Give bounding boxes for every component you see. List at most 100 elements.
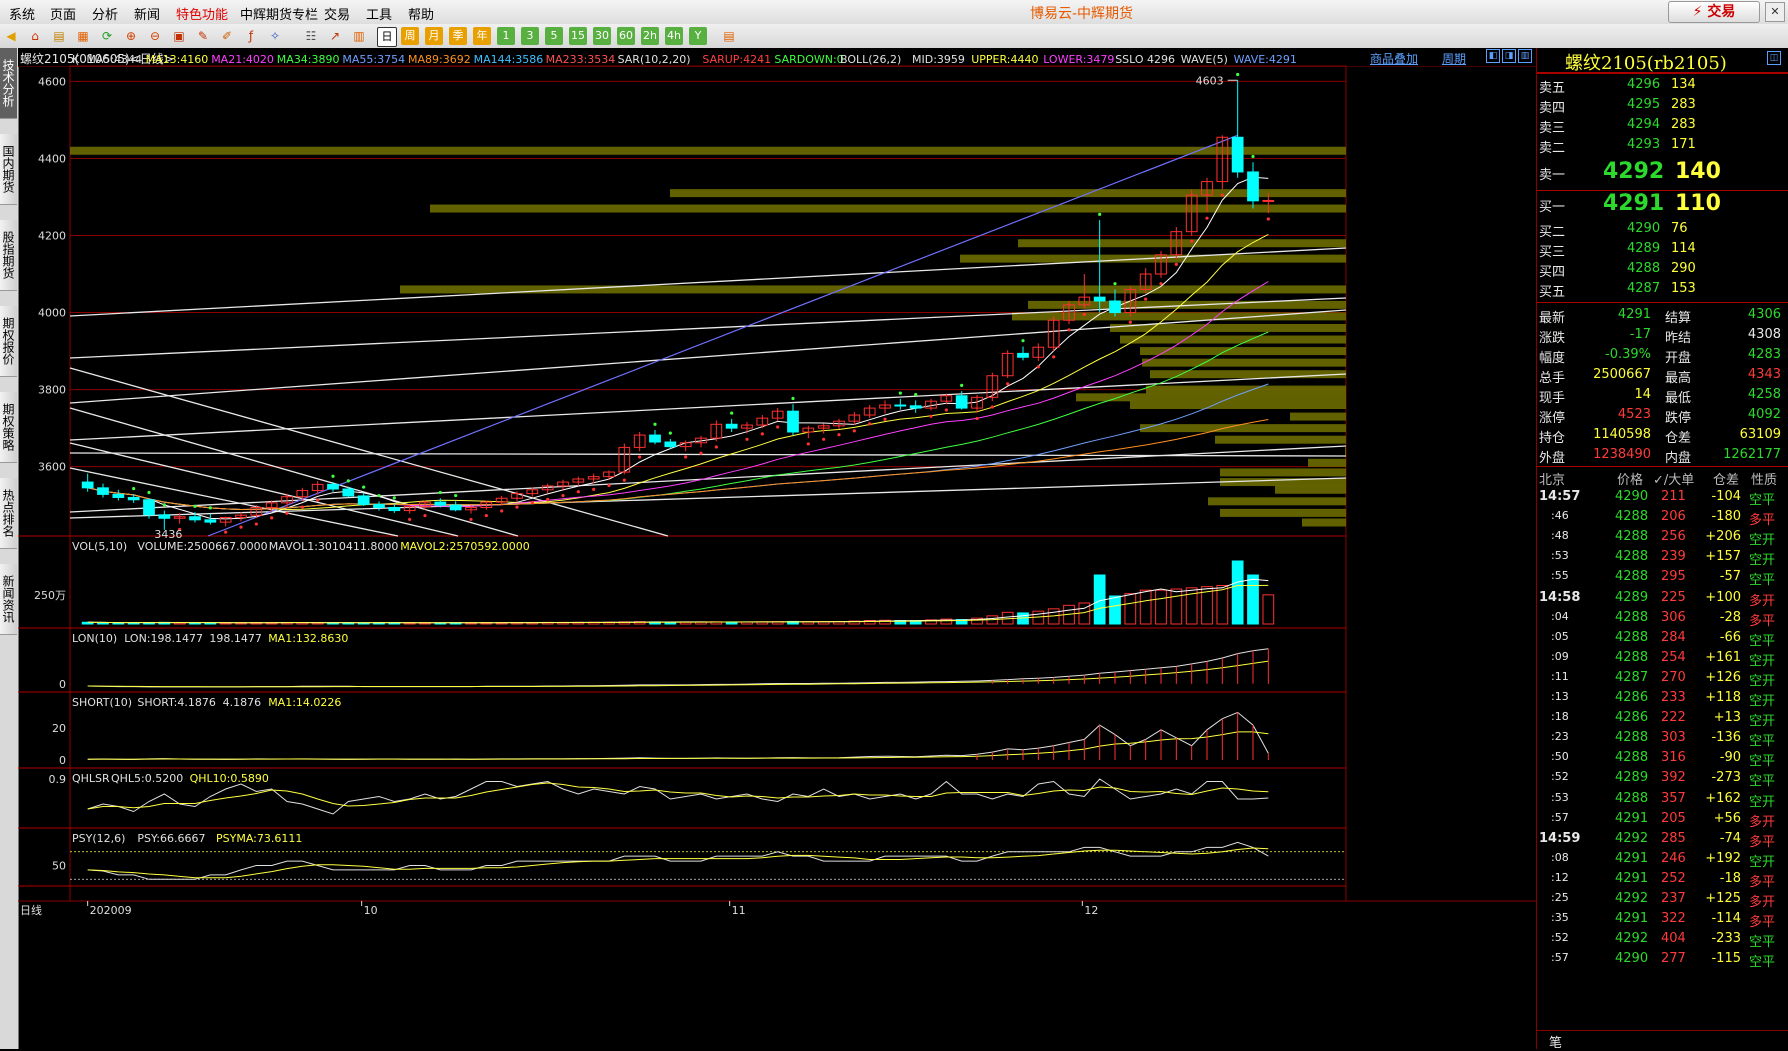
tick-oi-change: +157 [1705, 549, 1741, 565]
indicator-icon[interactable]: ✧ [266, 27, 284, 45]
grid-table-icon[interactable]: ☷ [302, 27, 320, 45]
sar-dot [224, 530, 228, 534]
tick-nature: 空平 [1749, 754, 1776, 770]
ask-level-row[interactable]: 卖二 4293 171 [1537, 136, 1788, 156]
menu-help[interactable]: 帮助 [408, 4, 434, 23]
quote-table-icon[interactable]: ▦ [74, 27, 92, 45]
tab-ticks[interactable]: 笔 [1537, 1030, 1788, 1051]
chart-canvas[interactable]: 4600 4400 4200 4000 3800 3600 4603 3436 K MA5:434… [18, 48, 1536, 1049]
panel-toggle-icon[interactable]: ◫ [1767, 51, 1781, 65]
candle-body [143, 499, 155, 516]
sar-dot [1220, 193, 1224, 197]
ask-level-row[interactable]: 卖一 4292 140 [1537, 159, 1788, 186]
calculator-icon[interactable]: ▤ [720, 27, 738, 45]
draw-pen-icon[interactable]: ✎ [194, 27, 212, 45]
period-4h-button[interactable]: 4h [665, 27, 683, 45]
home-icon[interactable]: ⌂ [26, 27, 44, 45]
period-day-button[interactable]: 日 [377, 27, 397, 47]
sar-dot [362, 485, 366, 489]
stat-value: 1262177 [1723, 447, 1781, 462]
period-2h-button[interactable]: 2h [641, 27, 659, 45]
tab-domestic-futures[interactable]: 国内期货 [0, 134, 17, 205]
stat-value: 4092 [1747, 407, 1781, 422]
close-window-icon[interactable]: ✕ [1765, 2, 1785, 22]
candle-body [725, 423, 738, 429]
menu-tools[interactable]: 工具 [366, 4, 392, 23]
period-year-button[interactable]: 年 [473, 27, 491, 45]
tick-price: 4286 [1615, 690, 1649, 705]
sar-dot [944, 408, 948, 412]
menu-analysis[interactable]: 分析 [92, 4, 118, 23]
brush-icon[interactable]: ✐ [218, 27, 236, 45]
candle-body [1231, 136, 1244, 173]
sar-dot [270, 516, 274, 520]
tick-row: :57 4291 205 +56 多开 [1537, 810, 1788, 830]
window-icon[interactable]: ▣ [170, 27, 188, 45]
volume-profile-band [1140, 424, 1346, 433]
period-quarter-button[interactable]: 季 [449, 27, 467, 45]
bid-level-row[interactable]: 买一 4291 110 [1537, 191, 1788, 218]
tab-option-strategy[interactable]: 期权策略 [0, 392, 17, 463]
period-3min-button[interactable]: 3 [521, 27, 539, 45]
zoom-in-icon[interactable]: ⊕ [122, 27, 140, 45]
indicator-legend-item: MAVOL1:3010411.8000 [269, 540, 399, 553]
candle-body [434, 501, 447, 506]
sar-dot [438, 490, 442, 495]
period-month-button[interactable]: 月 [425, 27, 443, 45]
trade-button[interactable]: ⚡ 交易 [1668, 1, 1760, 23]
period-1min-button[interactable]: 1 [497, 27, 515, 45]
bid-level-row[interactable]: 买四 4288 290 [1537, 260, 1788, 280]
period-custom-button[interactable]: Y [689, 27, 707, 45]
bid-level-row[interactable]: 买三 4289 114 [1537, 240, 1788, 260]
volume-profile-band [1142, 358, 1346, 367]
stat-label: 跌停 [1665, 411, 1692, 426]
lon-line [87, 648, 1269, 688]
refresh-icon[interactable]: ⟳ [98, 27, 116, 45]
menu-zhonghui-column[interactable]: 中辉期货专栏 [240, 4, 318, 23]
tab-technical-analysis[interactable]: 技术分析 [0, 48, 17, 119]
ask-level-row[interactable]: 卖五 4296 134 [1537, 76, 1788, 96]
bid-level-row[interactable]: 买五 4287 153 [1537, 280, 1788, 300]
volume-bar [1170, 588, 1183, 625]
period-60min-button[interactable]: 60 [617, 27, 635, 45]
sar-dot [745, 437, 749, 441]
tab-news[interactable]: 新闻资讯 [0, 564, 17, 635]
zoom-out-icon[interactable]: ⊖ [146, 27, 164, 45]
candle-body [204, 519, 217, 523]
indicator-legend-item: MA1:14.0226 [268, 696, 341, 709]
candlestick-icon[interactable]: ▥ [350, 27, 368, 45]
bid-volume: 290 [1671, 261, 1696, 276]
period-30min-button[interactable]: 30 [593, 27, 611, 45]
back-arrow-icon[interactable]: ◀ [2, 27, 20, 45]
bid-level-row[interactable]: 买二 4290 76 [1537, 220, 1788, 240]
period-15min-button[interactable]: 15 [569, 27, 587, 45]
menu-trade[interactable]: 交易 [324, 4, 350, 23]
tab-hot-ranking[interactable]: 热点排名 [0, 478, 17, 549]
indicator-legend-item: PSY(12,6) [72, 832, 125, 845]
tab-option-quotes[interactable]: 期权报价 [0, 306, 17, 377]
line-chart-icon[interactable]: ↗ [326, 27, 344, 45]
sar-dot [622, 478, 626, 482]
menu-news[interactable]: 新闻 [134, 4, 160, 23]
menu-page[interactable]: 页面 [50, 4, 76, 23]
indicator-legend-item: MA5:4344 [86, 53, 142, 66]
trend-line [69, 445, 1347, 513]
sar-dot [454, 493, 458, 498]
tick-oi-change: +192 [1705, 850, 1741, 866]
menu-system[interactable]: 系统 [9, 4, 35, 23]
tick-nature: 多平 [1749, 874, 1776, 890]
tick-time: :55 [1551, 569, 1569, 583]
indicator-legend-item: SARUP:4241 [702, 53, 771, 66]
period-5min-button[interactable]: 5 [545, 27, 563, 45]
formula-icon[interactable]: ƒ [242, 27, 260, 45]
trend-line [69, 442, 459, 537]
book-icon[interactable]: ▤ [50, 27, 68, 45]
tab-index-futures[interactable]: 股指期货 [0, 220, 17, 291]
menu-features[interactable]: 特色功能 [176, 4, 228, 23]
app-title: 博易云-中辉期货 [1030, 6, 1134, 22]
tick-time: :05 [1551, 629, 1569, 643]
period-week-button[interactable]: 周 [401, 27, 419, 45]
tick-time: :48 [1551, 529, 1569, 543]
ask-level-row[interactable]: 卖四 4295 283 [1537, 96, 1788, 116]
ask-level-row[interactable]: 卖三 4294 283 [1537, 116, 1788, 136]
